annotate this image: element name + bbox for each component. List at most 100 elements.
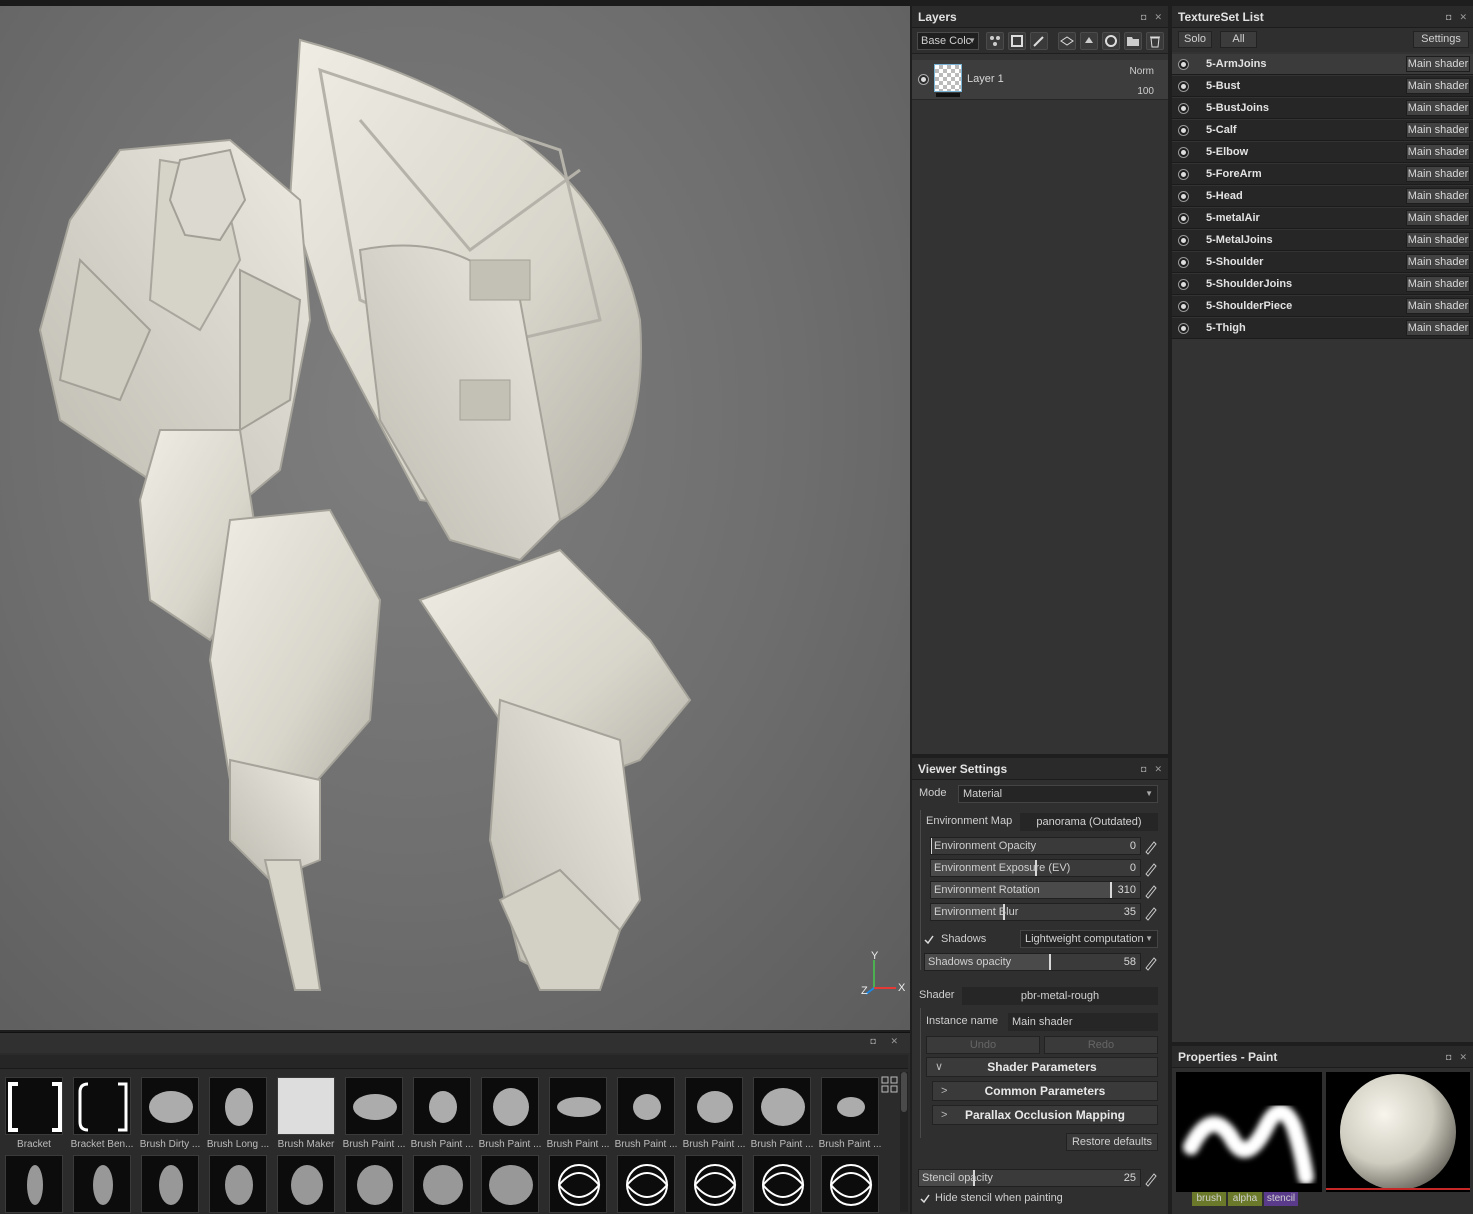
shelf-item[interactable]: Brush Long ...: [204, 1077, 272, 1150]
layer-blend-mode[interactable]: Norm: [1130, 66, 1154, 77]
textureset-row[interactable]: 5-ForeArm Main shader: [1172, 164, 1473, 185]
slider-value[interactable]: 0: [1130, 840, 1136, 852]
shelf-header-buttons[interactable]: ◘ ✕: [871, 1036, 904, 1047]
visibility-icon[interactable]: [1178, 169, 1189, 180]
shelf-item[interactable]: Brush Paint ...: [408, 1077, 476, 1150]
visibility-icon[interactable]: [1178, 147, 1189, 158]
shelf-item[interactable]: [612, 1155, 680, 1213]
shader-button[interactable]: Main shader: [1406, 144, 1470, 160]
panel-buttons[interactable]: ◘ ✕: [1438, 6, 1467, 28]
environment-slider[interactable]: Environment Opacity 0: [930, 837, 1141, 855]
slider-handle[interactable]: [1048, 954, 1051, 970]
shelf-item[interactable]: [272, 1155, 340, 1213]
shader-button[interactable]: Main shader: [1406, 320, 1470, 336]
float-icon[interactable]: ◘: [1446, 1052, 1451, 1062]
shader-button[interactable]: Main shader: [1406, 254, 1470, 270]
scroll-thumb[interactable]: [901, 1072, 907, 1112]
shelf-item[interactable]: Brush Dirty ...: [136, 1077, 204, 1150]
restore-defaults-button[interactable]: Restore defaults: [1066, 1133, 1158, 1151]
environment-slider[interactable]: Environment Blur 35: [930, 903, 1141, 921]
parallax-occlusion-mapping-section[interactable]: > Parallax Occlusion Mapping: [932, 1105, 1158, 1125]
pen-icon[interactable]: [1144, 861, 1158, 877]
slider-value[interactable]: 310: [1118, 884, 1136, 896]
stencil-opacity-slider[interactable]: Stencil opacity 25: [918, 1169, 1141, 1187]
shader-button[interactable]: Main shader: [1406, 122, 1470, 138]
shader-button[interactable]: Main shader: [1406, 56, 1470, 72]
slider-value[interactable]: 35: [1124, 906, 1136, 918]
settings-button[interactable]: Settings: [1413, 31, 1469, 48]
shelf-item[interactable]: Brush Paint ...: [748, 1077, 816, 1150]
shelf-item[interactable]: Brush Paint ...: [816, 1077, 884, 1150]
shader-field[interactable]: pbr-metal-rough: [962, 987, 1158, 1005]
pen-icon[interactable]: [1144, 955, 1158, 971]
shelf-item[interactable]: Brush Paint ...: [612, 1077, 680, 1150]
shelf-item[interactable]: [680, 1155, 748, 1213]
undo-button[interactable]: Undo: [926, 1036, 1040, 1054]
shadows-opacity-value[interactable]: 58: [1124, 956, 1136, 968]
close-icon[interactable]: ✕: [1154, 12, 1162, 22]
add-effect-icon[interactable]: [986, 32, 1004, 50]
pen-icon[interactable]: [1144, 905, 1158, 921]
shader-button[interactable]: Main shader: [1406, 166, 1470, 182]
shader-button[interactable]: Main shader: [1406, 78, 1470, 94]
shadows-opacity-slider[interactable]: Shadows opacity 58: [924, 953, 1141, 971]
stencil-opacity-value[interactable]: 25: [1124, 1172, 1136, 1184]
shelf-search-strip[interactable]: [0, 1055, 908, 1069]
visibility-icon[interactable]: [1178, 125, 1189, 136]
shelf-item[interactable]: [748, 1155, 816, 1213]
shader-button[interactable]: Main shader: [1406, 100, 1470, 116]
add-fill-layer-icon[interactable]: [1080, 32, 1098, 50]
hide-stencil-checkbox[interactable]: [919, 1193, 931, 1205]
shelf-item[interactable]: [204, 1155, 272, 1213]
shader-button[interactable]: Main shader: [1406, 188, 1470, 204]
visibility-icon[interactable]: [1178, 279, 1189, 290]
textureset-row[interactable]: 5-Bust Main shader: [1172, 76, 1473, 97]
grid-view-icon[interactable]: [881, 1076, 899, 1094]
shader-button[interactable]: Main shader: [1406, 232, 1470, 248]
shelf-item[interactable]: [816, 1155, 884, 1213]
close-icon[interactable]: ✕: [1459, 12, 1467, 22]
3d-viewport[interactable]: Y X Z: [0, 0, 910, 1030]
shadows-mode-dropdown[interactable]: Lightweight computation ▼: [1020, 930, 1158, 948]
float-icon[interactable]: ◘: [1141, 12, 1146, 22]
channel-dropdown[interactable]: Base Colc ▼: [917, 32, 979, 50]
float-icon[interactable]: ◘: [1141, 764, 1146, 774]
shelf-item[interactable]: [408, 1155, 476, 1213]
shelf-item[interactable]: [544, 1155, 612, 1213]
textureset-row[interactable]: 5-MetalJoins Main shader: [1172, 230, 1473, 251]
panel-buttons[interactable]: ◘ ✕: [1133, 758, 1162, 780]
visibility-icon[interactable]: [1178, 81, 1189, 92]
textureset-row[interactable]: 5-ShoulderPiece Main shader: [1172, 296, 1473, 317]
shelf-item[interactable]: Bracket: [0, 1077, 68, 1150]
visibility-icon[interactable]: [1178, 257, 1189, 268]
visibility-icon[interactable]: [1178, 323, 1189, 334]
shelf-item[interactable]: [0, 1155, 68, 1213]
textureset-row[interactable]: 5-metalAir Main shader: [1172, 208, 1473, 229]
solo-button[interactable]: Solo: [1178, 31, 1212, 48]
textureset-row[interactable]: 5-Thigh Main shader: [1172, 318, 1473, 339]
environment-slider[interactable]: Environment Exposure (EV) 0: [930, 859, 1141, 877]
shelf-item[interactable]: Brush Paint ...: [476, 1077, 544, 1150]
environment-map-field[interactable]: panorama (Outdated): [1020, 813, 1158, 831]
shelf-item[interactable]: Brush Maker: [272, 1077, 340, 1150]
tab-stencil[interactable]: stencil: [1264, 1192, 1298, 1206]
pen-icon[interactable]: [1144, 883, 1158, 899]
shelf-item[interactable]: Bracket Ben...: [68, 1077, 136, 1150]
shelf-item[interactable]: [136, 1155, 204, 1213]
visibility-icon[interactable]: [1178, 103, 1189, 114]
shader-button[interactable]: Main shader: [1406, 298, 1470, 314]
textureset-row[interactable]: 5-Calf Main shader: [1172, 120, 1473, 141]
float-icon[interactable]: ◘: [1446, 12, 1451, 22]
layer-row[interactable]: Layer 1 Norm 100: [912, 60, 1168, 100]
mode-dropdown[interactable]: Material ▼: [958, 785, 1158, 803]
trash-icon[interactable]: [1146, 32, 1164, 50]
visibility-icon[interactable]: [1178, 235, 1189, 246]
add-layer-icon[interactable]: [1058, 32, 1076, 50]
visibility-icon[interactable]: [1178, 301, 1189, 312]
redo-button[interactable]: Redo: [1044, 1036, 1158, 1054]
close-icon[interactable]: ✕: [1154, 764, 1162, 774]
textureset-row[interactable]: 5-BustJoins Main shader: [1172, 98, 1473, 119]
instance-name-field[interactable]: Main shader: [1008, 1013, 1158, 1031]
pen-icon[interactable]: [1144, 1171, 1158, 1187]
shelf-item[interactable]: Brush Paint ...: [340, 1077, 408, 1150]
